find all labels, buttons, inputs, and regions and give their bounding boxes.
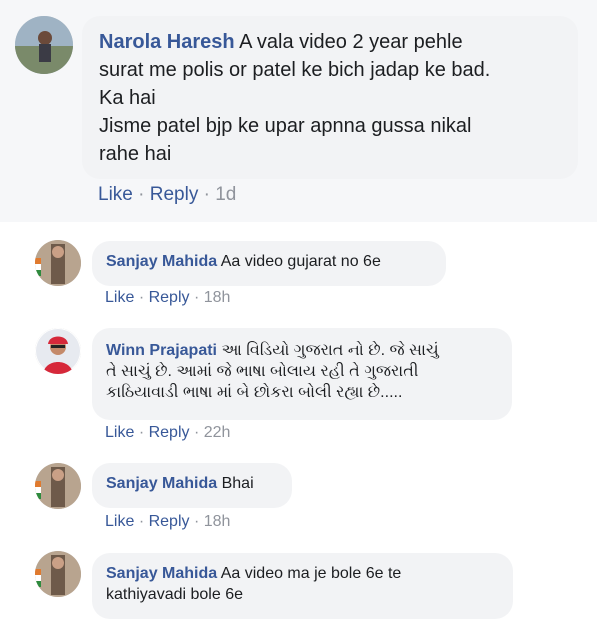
like-link[interactable]: Like [105, 424, 134, 441]
comment-line: A vala video 2 year pehle [239, 31, 463, 53]
author-name[interactable]: Narola Haresh [99, 31, 235, 53]
like-link[interactable]: Like [105, 289, 134, 306]
like-link[interactable]: Like [105, 513, 134, 530]
avatar[interactable] [35, 463, 81, 509]
avatar[interactable] [35, 551, 81, 597]
separator: · [138, 513, 145, 530]
comment-bubble: Sanjay Mahida Aa video ma je bole 6e te … [92, 553, 513, 619]
comment-line: kathiyavadi bole 6e [106, 586, 243, 603]
comment-line: Jisme patel bjp ke upar apnna gussa nika… [99, 115, 472, 137]
separator: · [138, 289, 145, 306]
timestamp[interactable]: 18h [204, 289, 231, 306]
comment-line: Bhai [221, 475, 254, 492]
author-name[interactable]: Winn Prajapati [106, 342, 217, 359]
timestamp[interactable]: 18h [204, 513, 231, 530]
separator: · [193, 424, 200, 441]
comment-bubble: Sanjay Mahida Bhai [92, 463, 292, 508]
comment-line: surat me polis or patel ke bich jadap ke… [99, 59, 491, 81]
comment-line: Aa video ma je bole 6e te [220, 565, 402, 582]
comment-actions: Like · Reply · 22h [105, 424, 230, 442]
comment-line: આ વિડિયો ગુજરાત નો છે. જે સાચું [221, 342, 439, 359]
comment-bubble: Narola Haresh A vala video 2 year pehle … [82, 16, 578, 179]
avatar[interactable] [15, 16, 73, 74]
comment-line: Ka hai [99, 87, 156, 109]
timestamp[interactable]: 1d [215, 184, 236, 205]
comment-actions: Like · Reply · 18h [105, 513, 230, 531]
comment-actions: Like · Reply · 1d [98, 184, 236, 206]
avatar[interactable] [35, 240, 81, 286]
comment-text: Narola Haresh A vala video 2 year pehle … [99, 28, 562, 168]
reply-link[interactable]: Reply [150, 184, 199, 205]
separator: · [138, 184, 145, 205]
comment-actions: Like · Reply · 18h [105, 289, 230, 307]
separator: · [193, 289, 200, 306]
avatar[interactable] [35, 328, 81, 374]
reply-link[interactable]: Reply [149, 513, 190, 530]
comment-line: કાઠિયાવાડી ભાષા માં બે છોકરા બોલી રહ્યા … [106, 384, 403, 401]
timestamp[interactable]: 22h [204, 424, 231, 441]
reply-link[interactable]: Reply [149, 289, 190, 306]
comment-line: તે સાચું છે. આમાં જે ભાષા બોલાય રહી તે ગ… [106, 363, 419, 380]
author-name[interactable]: Sanjay Mahida [106, 565, 217, 582]
comment-line: Aa video gujarat no 6e [220, 253, 381, 270]
separator: · [193, 513, 200, 530]
separator: · [203, 184, 210, 205]
author-name[interactable]: Sanjay Mahida [106, 475, 217, 492]
comment-bubble: Sanjay Mahida Aa video gujarat no 6e [92, 241, 446, 286]
reply-link[interactable]: Reply [149, 424, 190, 441]
comment-line: rahe hai [99, 143, 172, 165]
separator: · [138, 424, 145, 441]
comment-bubble: Winn Prajapati આ વિડિયો ગુજરાત નો છે. જે… [92, 328, 512, 420]
author-name[interactable]: Sanjay Mahida [106, 253, 217, 270]
like-link[interactable]: Like [98, 184, 133, 205]
